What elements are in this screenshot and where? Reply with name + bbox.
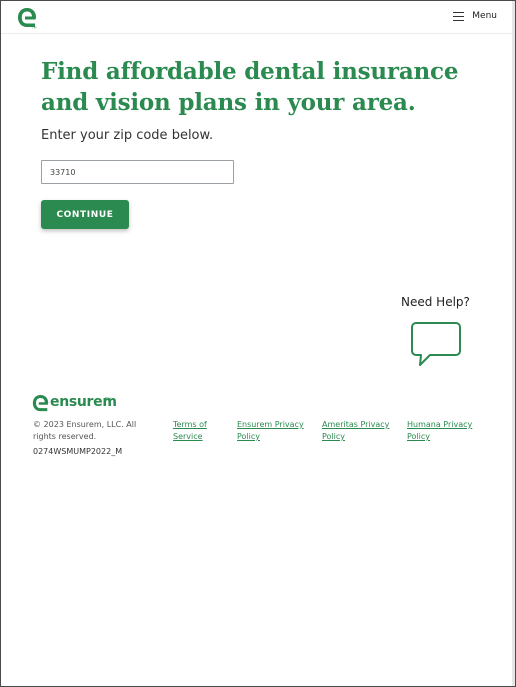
continue-button[interactable]: CONTINUE <box>41 200 129 229</box>
menu-button[interactable]: Menu <box>453 11 497 21</box>
footer-trademark: TM <box>105 397 111 402</box>
chat-bubble-icon[interactable] <box>410 321 462 369</box>
copyright-text: © 2023 Ensurem, LLC. All rights reserved… <box>33 420 137 441</box>
need-help-label: Need Help? <box>401 295 470 309</box>
menu-label: Menu <box>472 11 497 21</box>
ensurem-privacy-policy-link[interactable]: Ensurem Privacy Policy <box>237 419 307 443</box>
humana-privacy-policy-link[interactable]: Humana Privacy Policy <box>407 419 477 443</box>
zip-code-input[interactable] <box>41 160 234 184</box>
ameritas-privacy-policy-link[interactable]: Ameritas Privacy Policy <box>322 419 392 443</box>
page-title: Find affordable dental insurance and vis… <box>41 58 459 116</box>
zip-prompt: Enter your zip code below. <box>41 128 214 143</box>
document-code: 0274WSMUMP2022_M <box>33 447 123 456</box>
hamburger-icon <box>453 11 465 21</box>
site-header: TM Menu <box>1 1 513 34</box>
terms-of-service-link[interactable]: Terms of Service <box>173 419 223 443</box>
ensurem-logo-icon[interactable]: TM <box>17 7 37 29</box>
ensurem-footer-logo-icon[interactable] <box>32 394 49 413</box>
page-frame: TM Menu Find affordable dental insurance… <box>0 0 516 687</box>
svg-text:TM: TM <box>31 26 37 30</box>
